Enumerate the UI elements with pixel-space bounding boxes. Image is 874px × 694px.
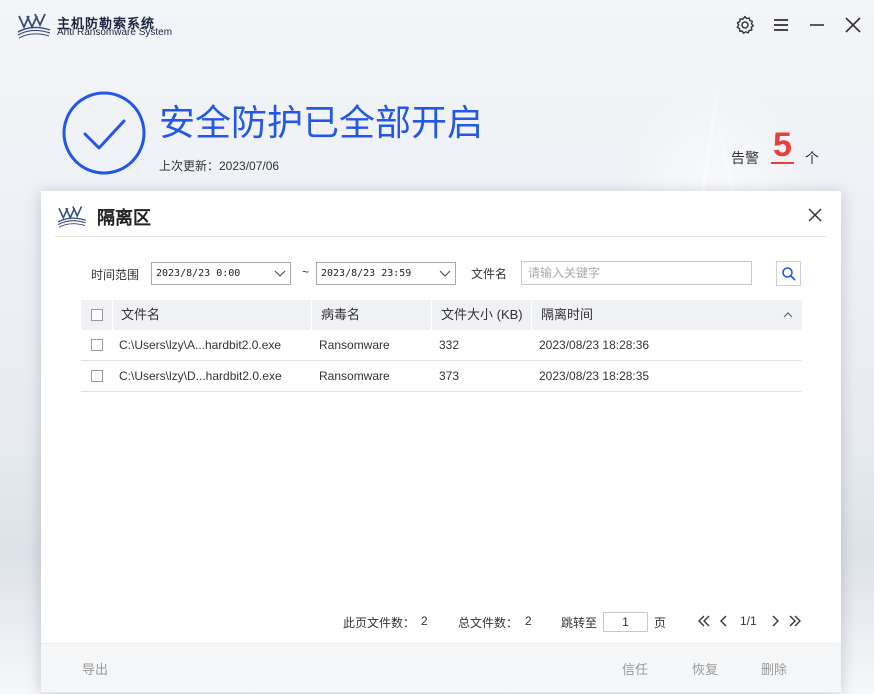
cell-size: 332: [439, 338, 460, 352]
table-row[interactable]: C:\Users\lzy\D...hardbit2.0.exe Ransomwa…: [81, 361, 802, 392]
restore-button[interactable]: 恢复: [692, 659, 718, 678]
previous-page-button[interactable]: [716, 613, 732, 629]
last-update-text: 上次更新：2023/07/06: [159, 159, 280, 173]
protection-status-title: 安全防护已全部开启: [159, 102, 484, 143]
column-header-time[interactable]: 隔离时间: [541, 300, 593, 330]
first-page-button[interactable]: [696, 613, 712, 629]
select-all-checkbox[interactable]: [91, 309, 103, 321]
column-divider: [531, 300, 532, 330]
table-row[interactable]: C:\Users\lzy\A...hardbit2.0.exe Ransomwa…: [81, 330, 802, 361]
double-chevron-left-icon: [698, 615, 710, 627]
cell-filename: C:\Users\lzy\A...hardbit2.0.exe: [119, 338, 282, 352]
column-header-virus[interactable]: 病毒名: [321, 300, 360, 330]
minimize-icon: [810, 24, 824, 26]
start-time-value: 2023/8/23 0:00: [156, 268, 241, 279]
table-header: 文件名 病毒名 文件大小 (KB) 隔离时间: [81, 300, 802, 330]
minimize-button[interactable]: [804, 12, 830, 38]
settings-button[interactable]: [732, 12, 758, 38]
delete-button[interactable]: 删除: [761, 659, 787, 678]
page-files-count: 2: [421, 614, 428, 628]
page-jump-input[interactable]: [603, 612, 648, 632]
search-icon: [782, 267, 796, 281]
search-input[interactable]: [521, 261, 752, 285]
page-files-label: 此页文件数：: [343, 616, 416, 630]
column-divider: [112, 300, 113, 330]
time-range-separator: ~: [302, 265, 310, 279]
total-files-count: 2: [525, 614, 532, 628]
chevron-down-icon: [274, 270, 286, 277]
close-icon: [808, 208, 822, 222]
cell-filename: C:\Users\lzy\D...hardbit2.0.exe: [119, 369, 282, 383]
quarantine-table: 文件名 病毒名 文件大小 (KB) 隔离时间 C:\Users\lzy\A...…: [81, 300, 802, 392]
cell-virus: Ransomware: [319, 369, 390, 383]
action-bar: 导出 信任 恢复 删除: [41, 643, 841, 692]
total-files-label: 总文件数：: [458, 616, 519, 630]
app-subtitle: Anti Ransomware System: [57, 27, 173, 38]
end-time-value: 2023/8/23 23:59: [321, 268, 412, 279]
next-page-button[interactable]: [767, 613, 783, 629]
time-range-label: 时间范围: [91, 268, 140, 282]
cell-time: 2023/08/23 18:28:36: [539, 338, 650, 352]
end-time-picker[interactable]: 2023/8/23 23:59: [316, 262, 456, 285]
row-checkbox[interactable]: [91, 339, 103, 351]
sort-ascending-icon[interactable]: [782, 311, 794, 319]
app-logo: [17, 13, 51, 39]
menu-button[interactable]: [768, 12, 794, 38]
start-time-picker[interactable]: 2023/8/23 0:00: [151, 262, 291, 285]
column-divider: [431, 300, 432, 330]
trust-button[interactable]: 信任: [622, 659, 648, 678]
export-button[interactable]: 导出: [82, 659, 108, 678]
protection-check-icon: [62, 91, 146, 175]
alert-count-link[interactable]: 5: [771, 128, 794, 164]
menu-icon: [774, 19, 788, 31]
page-indicator: 1/1: [740, 614, 757, 628]
dialog-close-button[interactable]: [803, 203, 827, 227]
double-chevron-right-icon: [789, 615, 801, 627]
chevron-left-icon: [720, 615, 727, 627]
column-header-size[interactable]: 文件大小 (KB): [441, 300, 523, 330]
alert-label: 告警: [731, 150, 759, 166]
dialog-title: 隔离区: [97, 208, 151, 228]
last-page-button[interactable]: [787, 613, 803, 629]
dialog-logo: [57, 206, 87, 228]
gear-icon: [736, 15, 754, 34]
page-unit-label: 页: [654, 616, 667, 630]
chevron-right-icon: [772, 615, 779, 627]
row-checkbox[interactable]: [91, 370, 103, 382]
alert-unit: 个: [805, 150, 819, 166]
cell-size: 373: [439, 369, 460, 383]
dialog-divider: [55, 236, 827, 237]
jump-to-label: 跳转至: [561, 616, 598, 630]
quarantine-dialog: 隔离区 时间范围 2023/8/23 0:00 ~ 2023/8/23 23:5…: [41, 191, 841, 692]
column-divider: [311, 300, 312, 330]
filename-label: 文件名: [471, 267, 508, 281]
chevron-down-icon: [439, 270, 451, 277]
close-icon: [845, 17, 861, 33]
close-button[interactable]: [840, 12, 866, 38]
cell-virus: Ransomware: [319, 338, 390, 352]
cell-time: 2023/08/23 18:28:35: [539, 369, 650, 383]
search-button[interactable]: [776, 261, 801, 286]
column-header-filename[interactable]: 文件名: [121, 300, 160, 330]
